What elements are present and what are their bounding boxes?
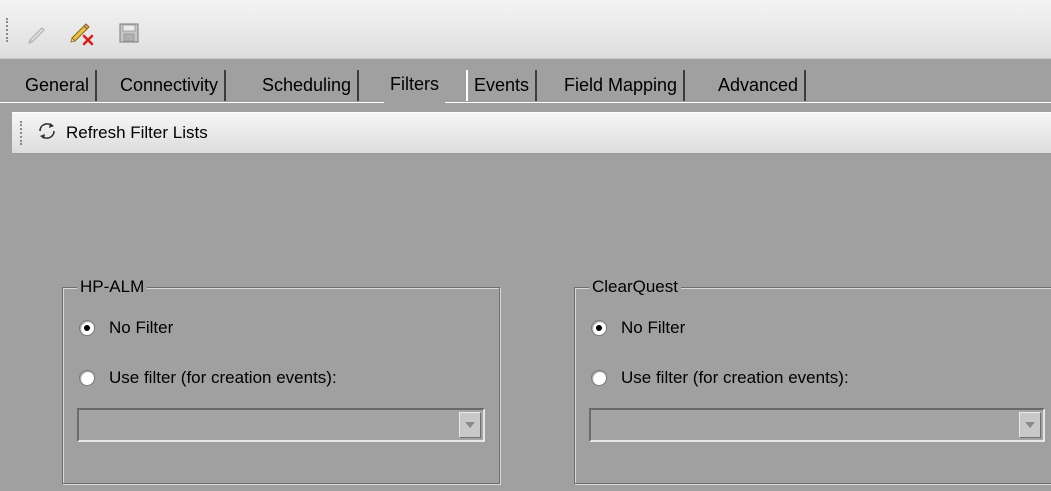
hp-alm-use-filter-radio[interactable] — [79, 370, 95, 386]
filters-toolbar: Refresh Filter Lists — [12, 112, 1051, 154]
tab-general[interactable]: General — [19, 70, 98, 101]
clearquest-use-filter-label: Use filter (for creation events): — [621, 368, 849, 387]
clearquest-no-filter-label: No Filter — [621, 318, 686, 337]
chevron-down-icon — [1025, 422, 1035, 428]
hp-alm-no-filter-label: No Filter — [109, 318, 174, 337]
clearquest-no-filter-option[interactable]: No Filter — [591, 318, 685, 338]
tab-strip-border — [0, 102, 1051, 103]
tab-filters[interactable]: Filters — [384, 64, 445, 104]
hp-alm-use-filter-label: Use filter (for creation events): — [109, 368, 337, 387]
hp-alm-no-filter-radio[interactable] — [79, 320, 95, 336]
hp-alm-filter-dropdown-button — [459, 412, 481, 438]
clearquest-use-filter-option[interactable]: Use filter (for creation events): — [591, 368, 849, 388]
tab-advanced[interactable]: Advanced — [712, 70, 807, 101]
chevron-down-icon — [465, 422, 475, 428]
tab-connectivity[interactable]: Connectivity — [114, 70, 227, 101]
clearquest-use-filter-radio[interactable] — [591, 370, 607, 386]
save-disk-icon[interactable] — [116, 20, 142, 46]
clearquest-group: ClearQuest No Filter Use filter (for cre… — [574, 275, 1051, 484]
clear-edit-icon[interactable] — [68, 20, 94, 46]
main-toolbar — [0, 0, 1051, 59]
hp-alm-group: HP-ALM No Filter Use filter (for creatio… — [62, 275, 500, 484]
filters-toolbar-grip[interactable] — [20, 121, 24, 145]
clearquest-group-title: ClearQuest — [589, 275, 681, 299]
clearquest-filter-select — [589, 408, 1045, 442]
hp-alm-group-title: HP-ALM — [77, 275, 148, 299]
tab-scheduling[interactable]: Scheduling — [256, 70, 360, 101]
tab-field-mapping[interactable]: Field Mapping — [558, 70, 686, 101]
hp-alm-no-filter-option[interactable]: No Filter — [79, 318, 173, 338]
tab-events[interactable]: Events — [466, 70, 538, 101]
refresh-filter-lists-label: Refresh Filter Lists — [66, 123, 208, 142]
toolbar-grip[interactable] — [6, 18, 10, 42]
hp-alm-filter-select — [77, 408, 485, 442]
clearquest-filter-dropdown-button — [1019, 412, 1041, 438]
clearquest-no-filter-radio[interactable] — [591, 320, 607, 336]
edit-pencil-icon[interactable] — [24, 20, 50, 46]
refresh-icon — [36, 120, 58, 147]
hp-alm-use-filter-option[interactable]: Use filter (for creation events): — [79, 368, 337, 388]
refresh-filter-lists-button[interactable]: Refresh Filter Lists — [36, 119, 208, 147]
